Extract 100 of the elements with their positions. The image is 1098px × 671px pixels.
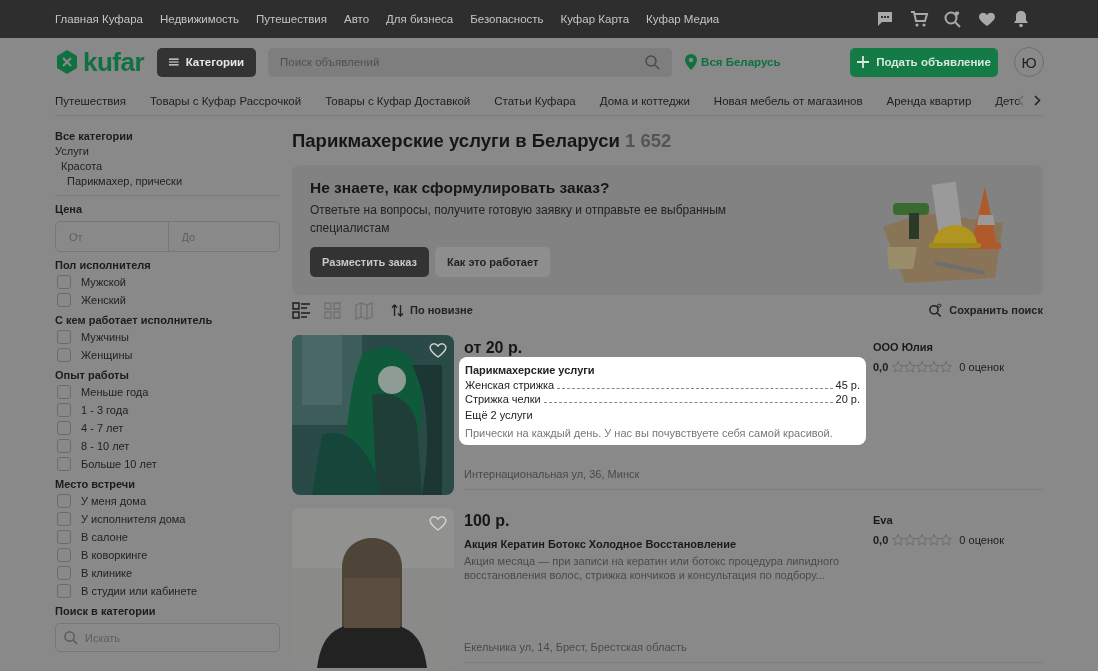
rating-value: 0,0 [873,361,889,373]
top-nav-link[interactable]: Для бизнеса [386,13,454,25]
star-icon [904,361,917,373]
cart-icon[interactable] [909,9,929,29]
category-tree-item[interactable]: Красота [61,159,280,174]
checkbox-label[interactable]: Женщины [81,349,133,361]
favorite-heart-icon[interactable] [428,341,448,359]
checkbox-label[interactable]: В салоне [81,531,128,543]
search-icon [64,630,78,645]
menu-icon [169,57,179,67]
banner-title: Не знаете, как сформулировать заказ? [310,179,611,197]
banner-text: Ответьте на вопросы, получите готовую заявку и отправьте ее выбранным специалистам [310,202,728,237]
checkbox-label[interactable]: У исполнителя дома [81,513,186,525]
checkbox[interactable] [57,385,71,399]
saved-search-icon [928,302,944,318]
place-order-button[interactable]: Разместить заказ [310,247,429,277]
seller-name[interactable]: Eva [873,514,1043,526]
more-services-link[interactable]: Ещё 2 услуги [465,407,860,423]
bell-icon[interactable] [1011,9,1031,29]
checkbox[interactable] [57,421,71,435]
save-search-button[interactable]: Сохранить поиск [928,302,1043,318]
star-icon [892,534,905,546]
filter-title: Место встречи [55,477,136,492]
top-nav-link[interactable]: Безопасность [470,13,544,25]
rating-value: 0,0 [873,534,889,546]
plus-icon [857,56,870,68]
category-link[interactable]: Статьи Куфара [494,94,576,107]
checkbox[interactable] [57,275,71,289]
checkbox[interactable] [57,439,71,453]
categories-button[interactable]: Категории [157,47,257,77]
service-price: 45 р. [835,378,860,392]
category-link[interactable]: Товары с Куфар Доставкой [325,94,471,107]
listing-address: Екельчика ул, 14, Брест, Брестская область [464,641,688,653]
checkbox-label[interactable]: Мужчины [81,331,129,343]
pin-icon [685,54,698,70]
sort-button[interactable]: По новизне [391,303,473,317]
top-nav-link[interactable]: Недвижимость [159,13,240,25]
category-tree-item[interactable]: Услуги [55,144,280,159]
checkbox-label[interactable]: 4 - 7 лет [81,422,124,434]
category-link[interactable]: Новая мебель от магазинов [713,94,863,107]
checkbox-label[interactable]: В клинике [81,567,133,579]
checkbox[interactable] [57,566,71,580]
checkbox[interactable] [57,494,71,508]
map-view-icon[interactable] [354,300,373,320]
star-icon [928,534,941,546]
checkbox-label[interactable]: 8 - 10 лет [81,440,130,452]
popup-title: Парикмахерские услуги [465,363,596,378]
filter-title: Цена [55,202,84,217]
checkbox[interactable] [57,403,71,417]
category-tree-item[interactable]: Парикмахер, прически [67,174,280,189]
category-link[interactable]: Товары с Куфар Рассрочкой [149,94,302,107]
top-nav-link[interactable]: Путешествия [256,13,327,25]
star-icon [916,534,929,546]
chevron-right-icon[interactable] [1034,95,1041,106]
top-nav-link[interactable]: Авто [344,13,370,25]
filter-title: Поиск в категории [55,604,157,619]
checkbox-label[interactable]: 1 - 3 года [81,404,129,416]
checkbox-label[interactable]: Меньше года [81,386,149,398]
chat-icon[interactable] [875,9,895,29]
top-nav-link[interactable]: Куфар Медиа [646,13,720,25]
checkbox-label[interactable]: Мужской [81,276,126,288]
category-link[interactable]: Дома и коттеджи [599,94,690,107]
list-view-icon[interactable] [292,300,311,320]
checkbox-label[interactable]: В студии или кабинете [81,585,198,597]
popup-description: Прически на каждый день. У нас вы почувствуете себя самой красивой. [465,426,834,441]
checkbox[interactable] [57,584,71,598]
service-name: Женская стрижка [465,378,555,392]
listing-price: от 20 р. [464,339,524,357]
star-icon [940,361,953,373]
category-link[interactable]: Аренда квартир [886,94,972,107]
filter-title: С кем работает исполнитель [55,313,214,328]
checkbox-label[interactable]: У меня дома [81,495,147,507]
saved-search-icon[interactable] [943,9,963,29]
post-ad-button[interactable]: Подать объявление [850,47,998,77]
checkbox[interactable] [57,330,71,344]
checkbox-label[interactable]: Больше 10 лет [81,458,157,470]
service-name: Стрижка челки [465,392,541,406]
listing-description: Акция месяца — при записи на кератин или ботокс процедура липидного восстановления волос, стрижка кончиков и консультация по подбору... [464,554,841,582]
checkbox[interactable] [57,293,71,307]
checkbox[interactable] [57,348,71,362]
listing-price: 100 р. [464,512,511,530]
checkbox[interactable] [57,548,71,562]
checkbox[interactable] [57,530,71,544]
star-icon [928,361,941,373]
listing-title[interactable]: Акция Кератин Ботокс Холодное Восстановление [464,538,871,550]
all-categories-link[interactable]: Все категории [55,129,280,144]
checkbox-label[interactable]: В коворкинге [81,549,148,561]
checkbox-label[interactable]: Женский [81,294,126,306]
checkbox[interactable] [57,512,71,526]
logo-icon[interactable] [55,49,79,75]
top-nav-link[interactable]: Главная Куфара [55,13,143,25]
category-link[interactable]: Путешествия [55,94,126,107]
how-it-works-button[interactable]: Как это работает [434,247,551,277]
checkbox[interactable] [57,457,71,471]
search-icon[interactable] [645,54,661,70]
star-icon [940,534,953,546]
seller-name[interactable]: ООО Юлия [873,341,1043,353]
top-nav-link[interactable]: Куфар Карта [560,13,630,25]
category-link[interactable]: Детс [995,94,1020,107]
filter-title: Опыт работы [55,368,130,383]
